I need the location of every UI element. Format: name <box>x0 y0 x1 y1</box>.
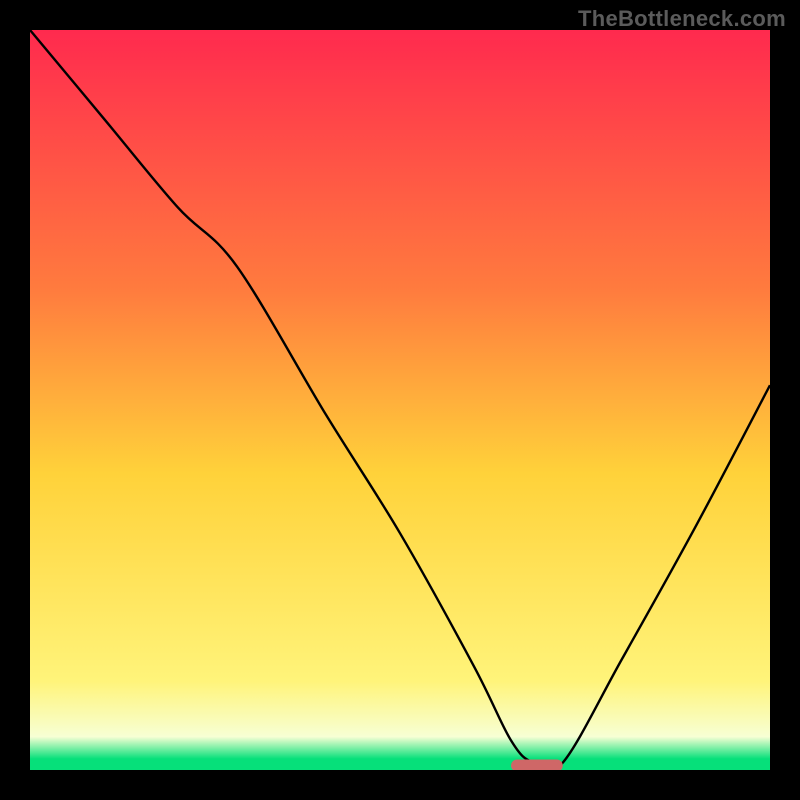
watermark-text: TheBottleneck.com <box>578 6 786 32</box>
gradient-background <box>30 30 770 770</box>
plot-area <box>30 30 770 770</box>
optimal-marker <box>511 760 563 770</box>
bottleneck-chart <box>30 30 770 770</box>
chart-frame: TheBottleneck.com <box>0 0 800 800</box>
